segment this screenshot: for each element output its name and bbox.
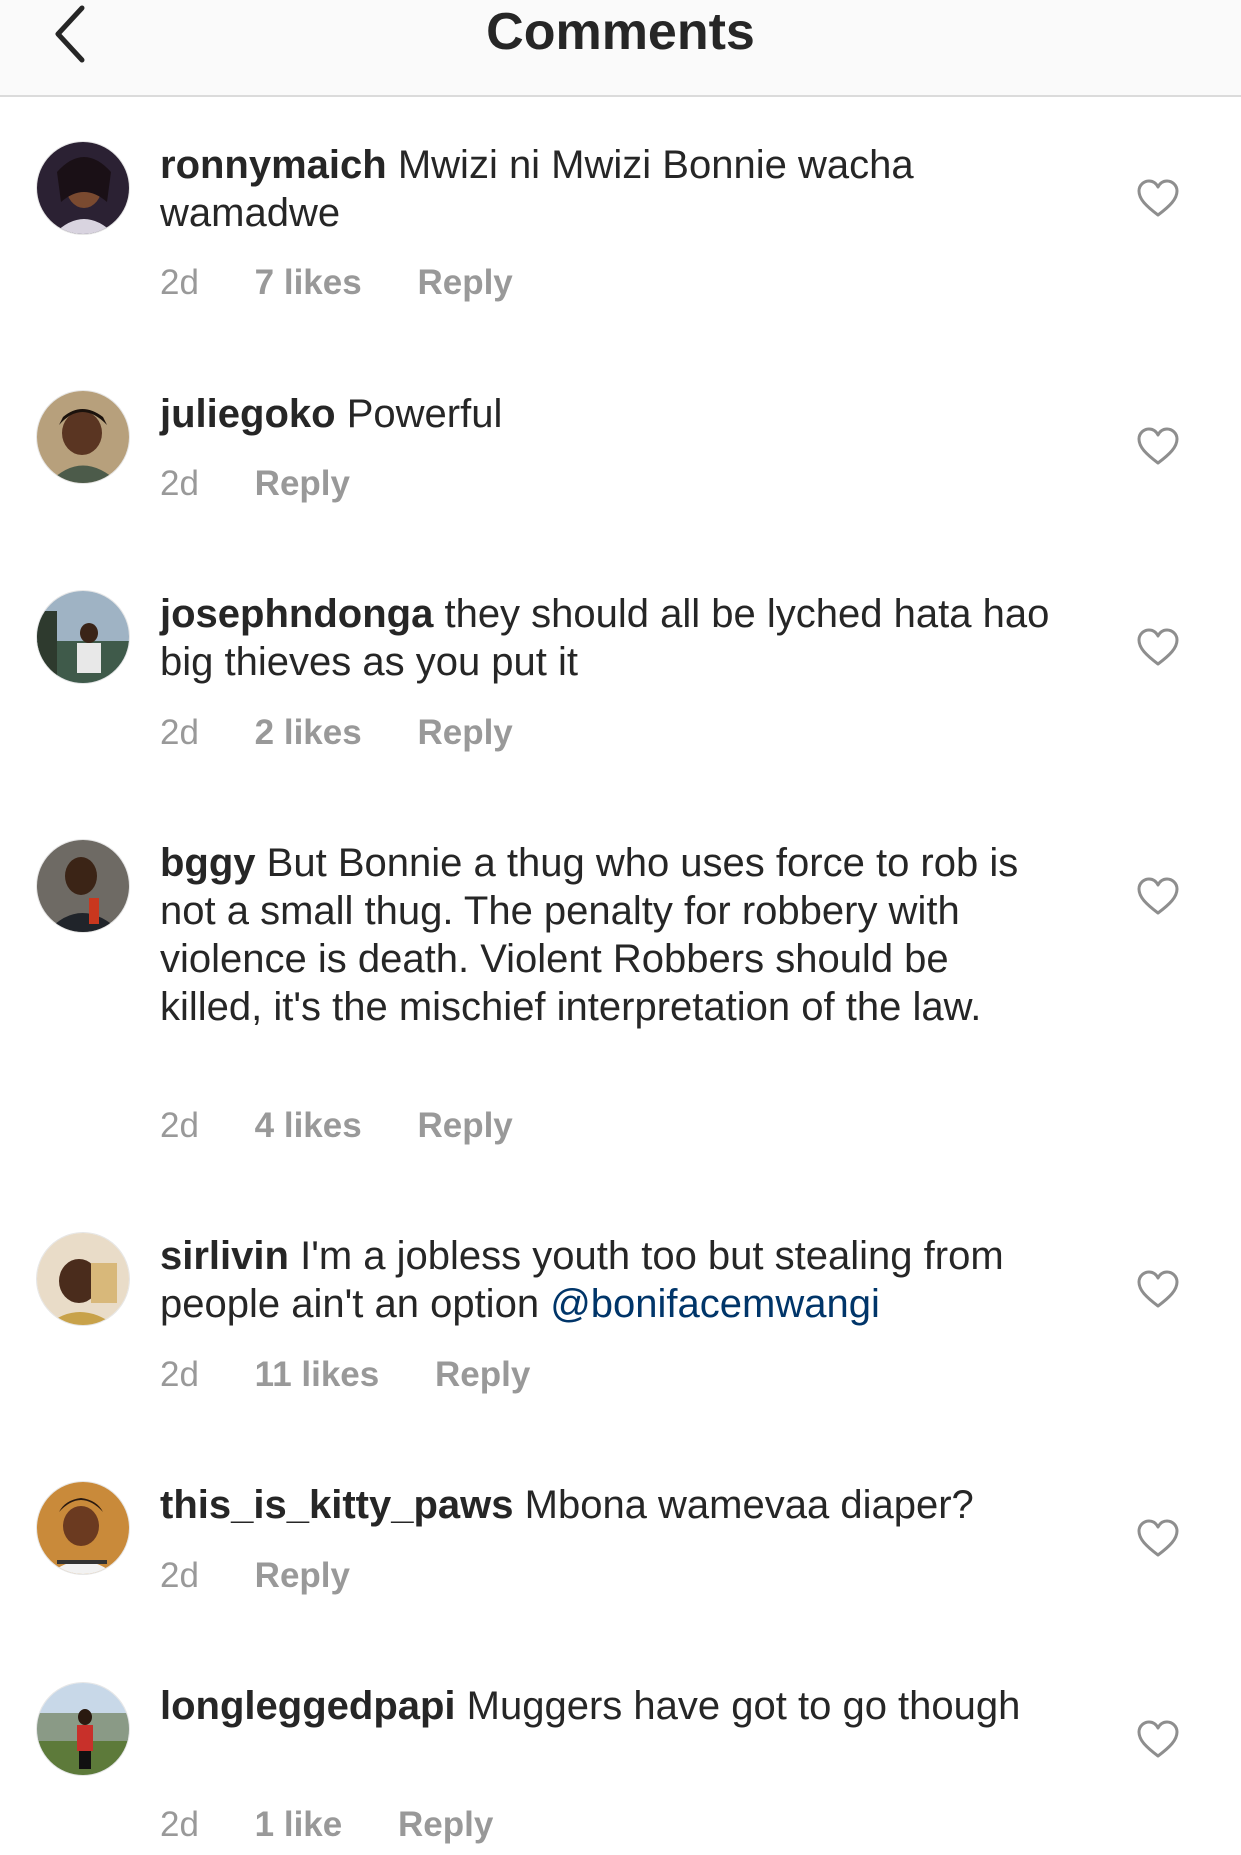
heart-icon xyxy=(1137,1519,1179,1557)
comment-text: bggy But Bonnie a thug who uses force to… xyxy=(160,839,1060,1031)
comment-meta: 2d 7 likes Reply xyxy=(160,263,559,303)
comment-username[interactable]: this_is_kitty_paws xyxy=(160,1483,514,1527)
comment-text: sirlivin I'm a jobless youth too but ste… xyxy=(160,1232,1060,1328)
comment-text: juliegoko Powerful xyxy=(160,390,1060,438)
like-button[interactable] xyxy=(1136,876,1180,916)
comment-meta: 2d Reply xyxy=(160,464,396,504)
heart-icon xyxy=(1137,179,1179,217)
comment-time: 2d xyxy=(160,1106,199,1145)
mention-link[interactable]: @bonifacemwangi xyxy=(550,1282,880,1326)
header-bar: Comments xyxy=(0,0,1241,97)
comment-body: Mbona wamevaa diaper? xyxy=(524,1483,974,1527)
comment-time: 2d xyxy=(160,1355,199,1394)
reply-button[interactable]: Reply xyxy=(417,713,512,752)
avatar[interactable] xyxy=(36,141,130,235)
reply-button[interactable]: Reply xyxy=(255,464,350,503)
heart-icon xyxy=(1137,427,1179,465)
avatar[interactable] xyxy=(36,839,130,933)
avatar[interactable] xyxy=(36,390,130,484)
heart-icon xyxy=(1137,1720,1179,1758)
like-button[interactable] xyxy=(1136,1518,1180,1558)
comment-time: 2d xyxy=(160,1805,199,1844)
comment-username[interactable]: josephndonga xyxy=(160,592,433,636)
like-button[interactable] xyxy=(1136,627,1180,667)
avatar[interactable] xyxy=(36,1232,130,1326)
comment-username[interactable]: juliegoko xyxy=(160,392,336,436)
comment-text: this_is_kitty_paws Mbona wamevaa diaper? xyxy=(160,1481,1060,1529)
comment-meta: 2d Reply xyxy=(160,1556,396,1596)
page-title: Comments xyxy=(486,3,755,61)
reply-button[interactable]: Reply xyxy=(417,1106,512,1145)
comment-username[interactable]: longleggedpapi xyxy=(160,1684,456,1728)
likes-count[interactable]: 2 likes xyxy=(255,713,362,752)
comment-meta: 2d 1 like Reply xyxy=(160,1805,539,1845)
comment-time: 2d xyxy=(160,263,199,302)
comment-meta: 2d 2 likes Reply xyxy=(160,713,559,753)
comment-text: ronnymaich Mwizi ni Mwizi Bonnie wacha w… xyxy=(160,141,1060,237)
comment-meta: 2d 11 likes Reply xyxy=(160,1355,576,1395)
reply-button[interactable]: Reply xyxy=(435,1355,530,1394)
heart-icon xyxy=(1137,1270,1179,1308)
comment-text: josephndonga they should all be lyched h… xyxy=(160,590,1060,686)
comment-body: But Bonnie a thug who uses force to rob … xyxy=(160,841,1019,1029)
reply-button[interactable]: Reply xyxy=(417,263,512,302)
comment-time: 2d xyxy=(160,713,199,752)
like-button[interactable] xyxy=(1136,1719,1180,1759)
comment-body: Powerful xyxy=(346,392,503,436)
likes-count[interactable]: 4 likes xyxy=(255,1106,362,1145)
comment-meta: 2d 4 likes Reply xyxy=(160,1106,559,1146)
comment-username[interactable]: sirlivin xyxy=(160,1234,289,1278)
likes-count[interactable]: 1 like xyxy=(255,1805,343,1844)
comment-text: longleggedpapi Muggers have got to go th… xyxy=(160,1682,1060,1730)
avatar[interactable] xyxy=(36,1481,130,1575)
reply-button[interactable]: Reply xyxy=(398,1805,493,1844)
reply-button[interactable]: Reply xyxy=(255,1556,350,1595)
comment-username[interactable]: ronnymaich xyxy=(160,143,387,187)
like-button[interactable] xyxy=(1136,426,1180,466)
avatar[interactable] xyxy=(36,1682,130,1776)
comment-body: Muggers have got to go though xyxy=(466,1684,1021,1728)
heart-icon xyxy=(1137,877,1179,915)
comment-time: 2d xyxy=(160,464,199,503)
like-button[interactable] xyxy=(1136,178,1180,218)
avatar[interactable] xyxy=(36,590,130,684)
likes-count[interactable]: 11 likes xyxy=(255,1355,380,1394)
like-button[interactable] xyxy=(1136,1269,1180,1309)
likes-count[interactable]: 7 likes xyxy=(255,263,362,302)
comment-time: 2d xyxy=(160,1556,199,1595)
heart-icon xyxy=(1137,628,1179,666)
comment-username[interactable]: bggy xyxy=(160,841,256,885)
